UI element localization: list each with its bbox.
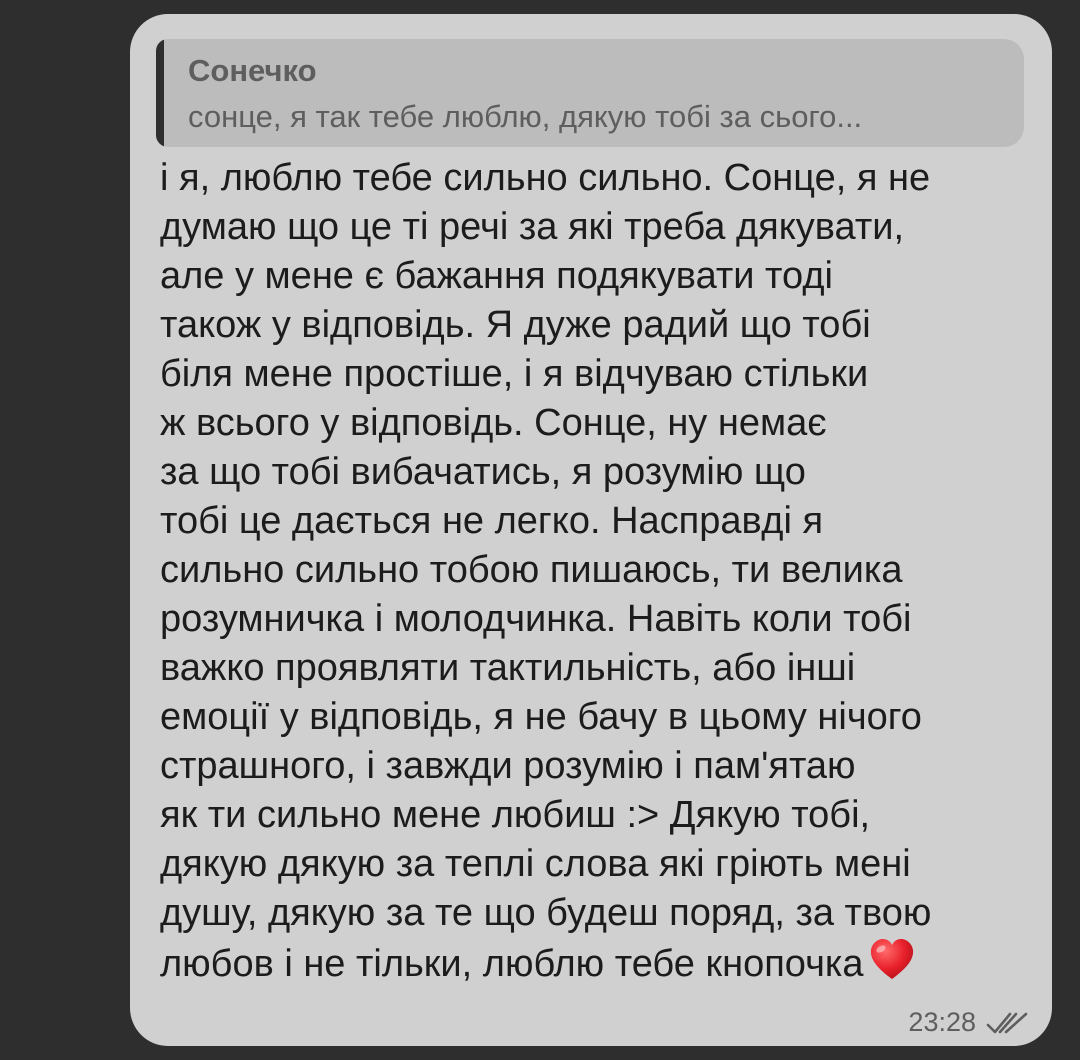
message-line: також у відповідь. Я дуже радий що тобі xyxy=(160,304,871,346)
message-meta: 23:28 xyxy=(908,1007,1030,1038)
message-line: але у мене є бажання подякувати тоді xyxy=(160,255,833,297)
message-line: думаю що це ті речі за які треба дякуват… xyxy=(160,206,905,248)
reply-author: Сонечко xyxy=(188,53,317,88)
red-heart-icon xyxy=(871,939,914,979)
message-timestamp: 23:28 xyxy=(908,1007,976,1037)
message-line-last: любов і не тільки, люблю тебе кнопочка xyxy=(160,938,1040,987)
message-line: ж всього у відповідь. Сонце, ну немає xyxy=(160,402,827,444)
message-line: дякую дякую за теплі слова які гріють ме… xyxy=(160,843,911,885)
message-line: і я, люблю тебе сильно сильно. Сонце, я … xyxy=(160,157,931,199)
message-line: розумничка і молодчинка. Навіть коли тоб… xyxy=(160,598,912,640)
message-line: важко проявляти тактильність, або інші xyxy=(160,647,856,689)
message-text: і я, люблю тебе сильно сильно. Сонце, я … xyxy=(160,154,1040,987)
message-line: сильно сильно тобою пишаюсь, ти велика xyxy=(160,549,903,591)
double-check-icon xyxy=(986,1012,1028,1033)
message-bubble[interactable]: Сонечко сонце, я так тебе люблю, дякую т… xyxy=(130,14,1052,1046)
message-line: тобі це дається не легко. Насправді я xyxy=(160,500,824,542)
reply-preview-text: сонце, я так тебе люблю, дякую тобі за с… xyxy=(188,99,863,134)
message-line: за що тобі вибачатись, я розумію що xyxy=(160,451,806,493)
message-line: душу, дякую за те що будеш поряд, за тво… xyxy=(160,892,932,934)
quoted-reply[interactable]: Сонечко сонце, я так тебе люблю, дякую т… xyxy=(156,39,1024,147)
message-line: як ти сильно мене любиш :> Дякую тобі, xyxy=(160,794,871,836)
message-line: страшного, і завжди розумію і пам'ятаю xyxy=(160,745,856,787)
message-line-text: любов і не тільки, люблю тебе кнопочка xyxy=(160,943,864,985)
message-line: біля мене простіше, і я відчуваю стільки xyxy=(160,353,869,395)
reply-accent-bar xyxy=(156,39,164,147)
message-line: емоції у відповідь, я не бачу в цьому ні… xyxy=(160,696,922,738)
